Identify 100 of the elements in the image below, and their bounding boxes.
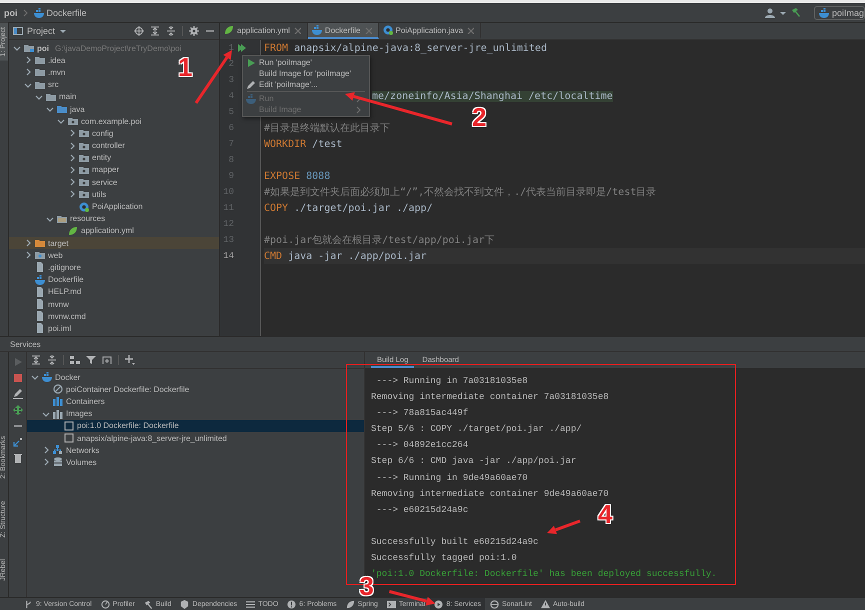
chevron-icon[interactable]: [24, 80, 32, 89]
expand-all-icon[interactable]: [150, 26, 160, 36]
expand-all-icon[interactable]: [31, 355, 41, 365]
menu-item[interactable]: Edit 'poiImage'...: [243, 79, 369, 90]
add-icon[interactable]: [125, 355, 135, 365]
chevron-icon[interactable]: [68, 142, 76, 150]
alert-icon: [287, 600, 296, 608]
tree-item[interactable]: .mvn: [48, 68, 66, 77]
tree-item[interactable]: utils: [92, 190, 106, 199]
network-icon: [53, 445, 63, 456]
tree-item[interactable]: Dockerfile: [48, 275, 84, 284]
tree-item[interactable]: poi: [37, 44, 49, 53]
chevron-icon[interactable]: [42, 410, 50, 418]
tree-item[interactable]: resources: [70, 214, 106, 224]
folder-icon: [35, 80, 45, 90]
chevron-icon[interactable]: [13, 44, 21, 52]
tree-item[interactable]: entity: [92, 153, 112, 162]
tree-item[interactable]: Containers: [66, 396, 105, 406]
trash-icon[interactable]: [12, 453, 22, 463]
code-line: #poi.jar包就会在根目录/test/app/poi.jar下: [264, 234, 495, 247]
code-line: COPY ./target/poi.jar ./app/: [264, 202, 433, 214]
tree-item[interactable]: mapper: [92, 165, 120, 174]
editor-tab[interactable]: PoiApplication.java: [378, 23, 482, 39]
run-configuration[interactable]: poiImag: [814, 6, 865, 20]
tree-item[interactable]: com.example.poi: [81, 116, 142, 126]
tree-item[interactable]: poi:1.0 Dockerfile: Dockerfile: [77, 421, 179, 430]
folder-icon: [35, 67, 45, 78]
folder-icon: [35, 55, 45, 66]
filter-icon[interactable]: [86, 355, 96, 365]
chevron-icon[interactable]: [68, 154, 76, 162]
chevron-icon[interactable]: [24, 68, 32, 76]
run-icon[interactable]: [237, 43, 247, 53]
chevron-icon[interactable]: [57, 117, 65, 126]
line-number: 14: [222, 251, 234, 261]
tree-item[interactable]: web: [48, 250, 63, 260]
stop-icon[interactable]: [12, 373, 22, 383]
user-icon[interactable]: [764, 8, 775, 18]
expand-icon[interactable]: [12, 437, 22, 447]
caret-icon[interactable]: [59, 27, 68, 35]
tree-item[interactable]: main: [59, 92, 76, 102]
tree-row[interactable]: target: [9, 237, 219, 250]
chevron-icon[interactable]: [24, 239, 32, 248]
tree-item[interactable]: mvnw.cmd: [48, 312, 86, 321]
deploy-icon[interactable]: [12, 405, 22, 415]
tree-item[interactable]: poiContainer Dockerfile: Dockerfile: [66, 384, 190, 394]
chevron-icon[interactable]: [68, 190, 76, 198]
chevron-icon[interactable]: [24, 251, 32, 260]
layout-icon[interactable]: [102, 355, 112, 365]
locate-icon[interactable]: [134, 26, 144, 36]
tree-item[interactable]: .gitignore: [48, 262, 81, 272]
file-icon: [35, 262, 45, 272]
tree-item[interactable]: poi.iml: [48, 324, 72, 333]
chevron-icon[interactable]: [42, 446, 50, 454]
collapse-all-icon[interactable]: [166, 26, 176, 36]
tree-item[interactable]: Volumes: [66, 458, 97, 467]
chevron-icon[interactable]: [46, 105, 54, 114]
tree-row[interactable]: poi:1.0 Dockerfile: Dockerfile: [27, 420, 364, 432]
chevron-icon[interactable]: [46, 214, 54, 223]
view-dropdown[interactable]: Project: [27, 26, 56, 36]
container-icon: [35, 274, 45, 285]
tree-item[interactable]: target: [48, 238, 68, 248]
tree-item[interactable]: HELP.md: [48, 287, 82, 296]
menu-item[interactable]: Build Image for 'poiImage': [243, 68, 369, 79]
tree-item[interactable]: Docker: [55, 372, 80, 382]
chevron-icon[interactable]: [24, 56, 32, 64]
tree-item[interactable]: service: [92, 178, 118, 187]
chevron-icon[interactable]: [31, 373, 39, 382]
hammer-icon[interactable]: [790, 7, 802, 18]
hammer-icon: [144, 600, 153, 608]
editor-tab[interactable]: Dockerfile: [308, 23, 378, 39]
tree-item[interactable]: anapsix/alpine-java:8_server-jre_unlimited: [77, 434, 227, 443]
tree-item[interactable]: java: [70, 104, 85, 114]
database-icon: [53, 457, 63, 468]
breadcrumb-item[interactable]: Dockerfile: [34, 8, 87, 18]
pencil-icon[interactable]: [12, 389, 22, 399]
chevron-icon[interactable]: [42, 458, 50, 466]
collapse-all-icon[interactable]: [47, 355, 57, 365]
tree-item[interactable]: mvnw: [48, 300, 69, 309]
file-icon: [35, 299, 45, 310]
group-icon[interactable]: [70, 355, 80, 365]
tree-item[interactable]: Images: [66, 409, 92, 418]
tree-item[interactable]: src: [48, 80, 59, 90]
chevron-icon[interactable]: [68, 129, 76, 138]
tree-item[interactable]: PoiApplication: [92, 202, 143, 212]
tree-item[interactable]: Networks: [66, 446, 100, 455]
chevron-icon[interactable]: [68, 178, 76, 186]
settings-icon[interactable]: [189, 26, 199, 36]
chevron-icon[interactable]: [68, 166, 76, 174]
log-line: ---> Running in 9de49a60ae70: [375, 472, 528, 485]
ring-icon: [490, 600, 499, 608]
menu-item[interactable]: Run 'poiImage': [243, 57, 369, 68]
tree-item[interactable]: .idea: [48, 56, 66, 65]
tree-item[interactable]: application.yml: [81, 226, 134, 236]
folder-icon: [57, 104, 67, 114]
chevron-icon[interactable]: [35, 92, 43, 101]
path-label: G:\javaDemoProject\reTryDemo\poi: [55, 44, 182, 53]
editor-tab[interactable]: application.yml: [220, 23, 308, 39]
tree-item[interactable]: controller: [92, 141, 125, 150]
tree-item[interactable]: config: [92, 128, 114, 138]
breadcrumb-item[interactable]: poi: [4, 8, 18, 18]
